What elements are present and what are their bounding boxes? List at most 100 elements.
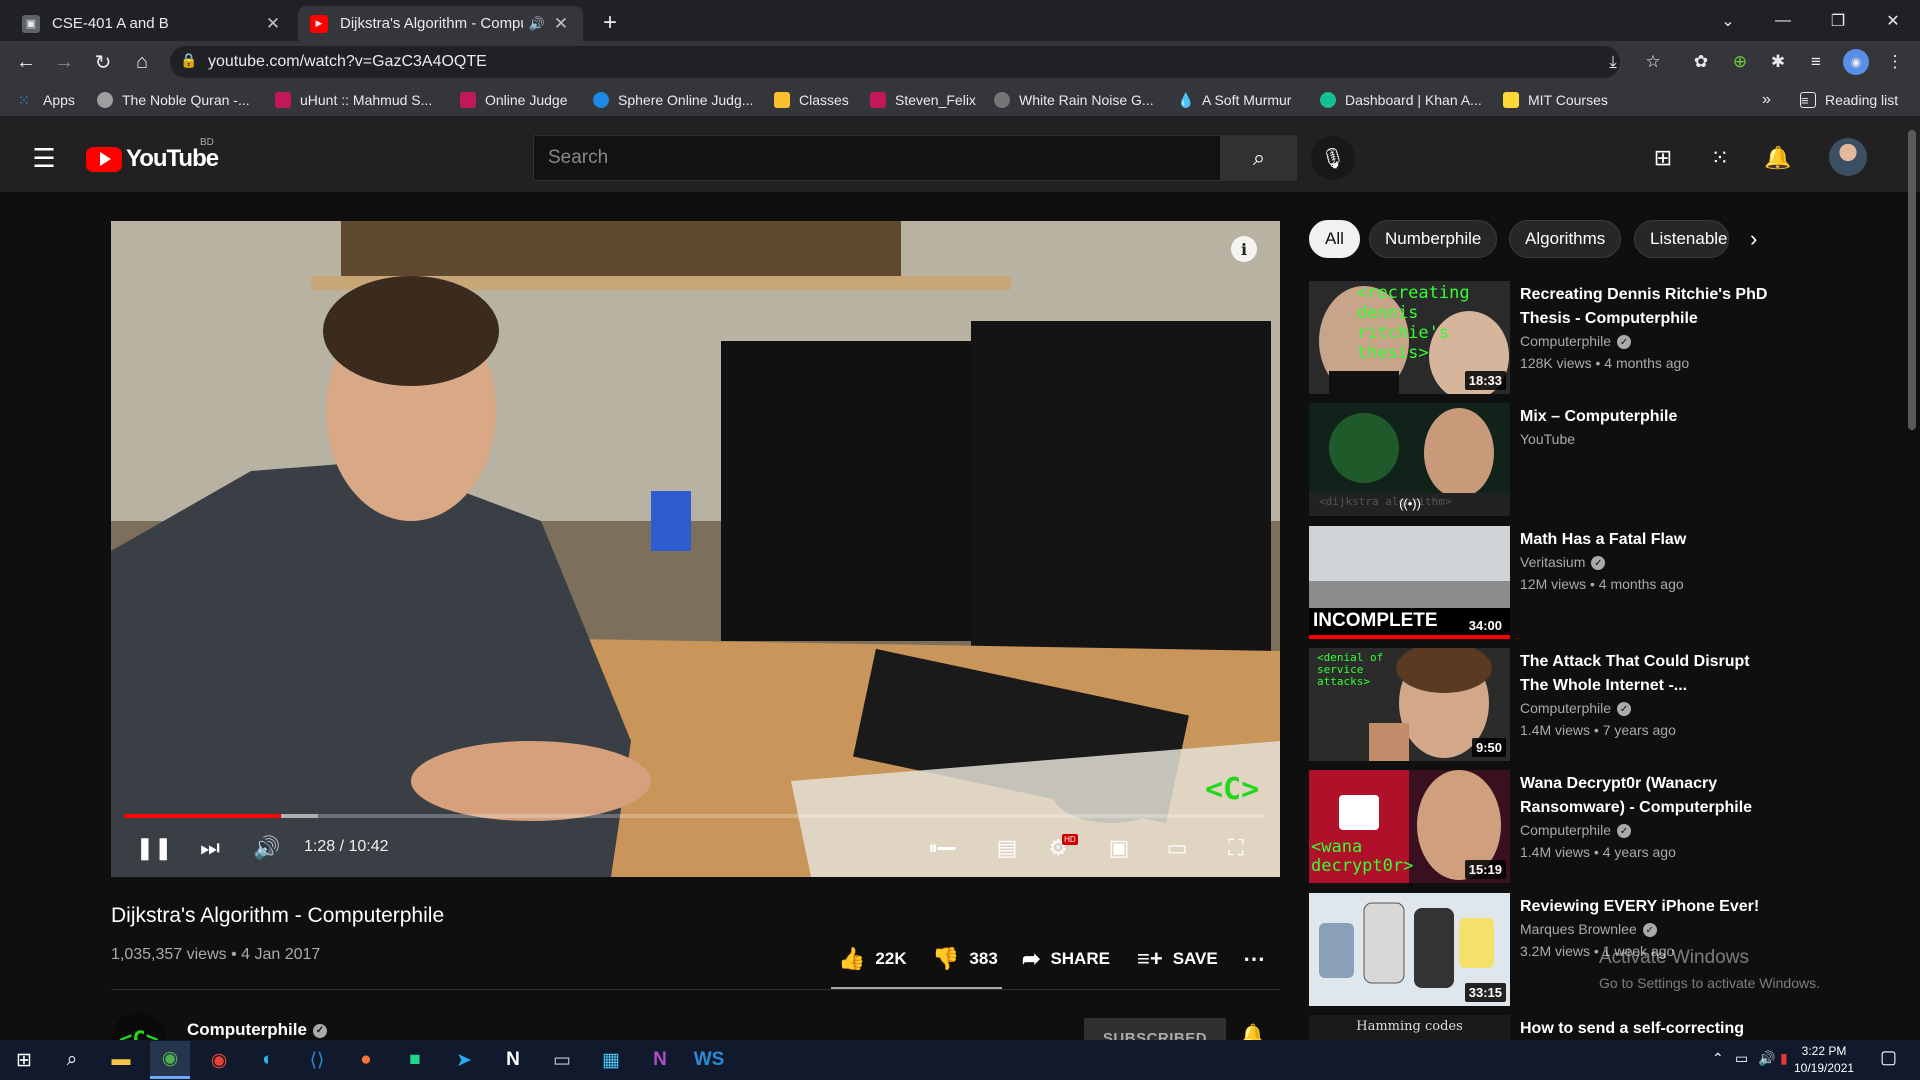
windows-start-icon[interactable]: ⊞ <box>4 1041 44 1079</box>
bookmark-apps[interactable]: ⁙ Apps <box>18 83 75 117</box>
minimize-button[interactable]: — <box>1755 0 1811 41</box>
url-text[interactable]: youtube.com/watch?v=GazC3A4OQTE <box>208 53 487 71</box>
video-thumbnail[interactable]: <denial of service attacks> 9:50 <box>1309 648 1510 761</box>
edge-icon[interactable]: ◐ <box>248 1041 288 1079</box>
bookmark-star-icon[interactable]: ☆ <box>1640 49 1666 75</box>
recommendation-title[interactable]: Wana Decrypt0r (Wanacry Ransomware) - Co… <box>1520 772 1770 820</box>
video-thumbnail[interactable]: <wana decrypt0r> 15:19 <box>1309 770 1510 883</box>
tray-overflow-icon[interactable]: ⌃ <box>1712 1050 1724 1067</box>
create-video-icon[interactable]: ⊞ <box>1645 140 1681 176</box>
account-avatar[interactable] <box>1829 138 1867 176</box>
forward-arrow-icon[interactable]: → <box>49 47 79 77</box>
tab-search-icon[interactable]: ⌄ <box>1700 0 1756 41</box>
recommendation-channel[interactable]: Computerphile ✓ <box>1520 700 1632 717</box>
progress-bar[interactable] <box>124 814 1265 818</box>
miniplayer-icon[interactable]: ▣ <box>1097 826 1141 870</box>
browser-tab-dijkstra[interactable]: ▶ Dijkstra's Algorithm - Computerphile 🔊… <box>298 6 583 41</box>
subtitles-icon[interactable]: ▤ <box>985 826 1029 870</box>
file-explorer-icon[interactable]: ▬ <box>101 1041 141 1079</box>
volume-icon[interactable]: 🔊 <box>245 826 289 870</box>
recommendation-item[interactable]: INCOMPLETE 34:00 Math Has a Fatal Flaw V… <box>1309 526 1869 641</box>
back-arrow-icon[interactable]: ← <box>11 47 41 77</box>
notification-center-icon[interactable]: ▢ <box>1880 1047 1897 1068</box>
search-icon[interactable]: ⌕ <box>52 1041 92 1079</box>
channel-name[interactable]: Computerphile ✓ <box>187 1020 327 1040</box>
video-thumbnail[interactable]: 33:15 <box>1309 893 1510 1006</box>
bookmark-white-rain[interactable]: White Rain Noise G... <box>994 83 1154 117</box>
calculator-icon[interactable]: ▦ <box>591 1041 631 1079</box>
lock-icon[interactable]: 🔒 <box>180 52 197 69</box>
search-box[interactable] <box>533 135 1221 181</box>
webstorm-icon[interactable]: WS <box>689 1041 729 1079</box>
like-button[interactable]: 👍 22K <box>838 944 907 974</box>
browser-tab-cse401[interactable]: ▣ CSE-401 A and B ✕ <box>10 6 295 41</box>
bookmark-steven-felix[interactable]: Steven_Felix <box>870 83 976 117</box>
page-scrollbar[interactable] <box>1908 130 1916 430</box>
search-button[interactable]: ⌕ <box>1221 135 1297 181</box>
settings-gear-icon[interactable]: ⚙ HD <box>1041 826 1085 870</box>
recommendation-title[interactable]: How to send a self-correcting <box>1520 1017 1770 1041</box>
bookmark-classes[interactable]: Classes <box>774 83 849 117</box>
bookmark-khan-academy[interactable]: Dashboard | Khan A... <box>1320 83 1482 117</box>
menu-kebab-icon[interactable]: ⋮ <box>1882 49 1908 75</box>
recommendation-title[interactable]: The Attack That Could Disrupt The Whole … <box>1520 650 1770 698</box>
recommendation-item[interactable]: <denial of service attacks> 9:50 The Att… <box>1309 648 1869 763</box>
youtube-logo[interactable]: YouTube <box>86 145 219 173</box>
pause-icon[interactable]: ❚❚ <box>132 826 176 870</box>
chip-algorithms[interactable]: Algorithms <box>1509 220 1622 258</box>
save-button[interactable]: ≡+ SAVE <box>1137 944 1218 974</box>
bookmark-uhunt[interactable]: uHunt :: Mahmud S... <box>275 83 432 117</box>
chrome-profile-icon[interactable]: ◉ <box>199 1041 239 1079</box>
next-video-icon[interactable]: ⏭ <box>188 826 232 870</box>
pycharm-icon[interactable]: ■ <box>395 1041 435 1079</box>
recommendation-title[interactable]: Recreating Dennis Ritchie's PhD Thesis -… <box>1520 283 1770 331</box>
extension-green-icon[interactable]: ⊕ <box>1727 49 1753 75</box>
notion-icon[interactable]: N <box>493 1041 533 1079</box>
extension-icon[interactable]: ✿ <box>1688 49 1714 75</box>
notifications-bell-icon[interactable]: 🔔 <box>1760 140 1796 176</box>
volume-tray-icon[interactable]: 🔊 <box>1758 1050 1775 1067</box>
onenote-icon[interactable]: N <box>640 1041 680 1079</box>
recommendation-title[interactable]: Math Has a Fatal Flaw <box>1520 528 1770 552</box>
apps-grid-icon[interactable]: ⁙ <box>1702 140 1738 176</box>
video-thumbnail[interactable]: <dijkstra algorithm> ((•)) <box>1309 403 1510 516</box>
theater-mode-icon[interactable]: ▭ <box>1155 826 1199 870</box>
chip-all[interactable]: All <box>1309 220 1360 258</box>
video-thumbnail[interactable]: <recreating dennis ritchie's thesis> 18:… <box>1309 281 1510 394</box>
app-icon[interactable]: ▭ <box>542 1041 582 1079</box>
close-tab-icon[interactable]: ✕ <box>263 14 283 34</box>
extensions-puzzle-icon[interactable]: ✱ <box>1765 49 1791 75</box>
audio-playing-icon[interactable]: 🔊 <box>529 16 545 32</box>
dislike-button[interactable]: 👎 383 <box>932 944 998 974</box>
recommendation-channel[interactable]: Marques Brownlee ✓ <box>1520 921 1657 938</box>
bookmark-online-judge[interactable]: Online Judge <box>460 83 568 117</box>
search-input[interactable] <box>534 136 1220 180</box>
video-player[interactable] <box>111 221 1280 877</box>
recommendation-item[interactable]: <recreating dennis ritchie's thesis> 18:… <box>1309 281 1869 396</box>
recommendation-channel[interactable]: Computerphile ✓ <box>1520 822 1632 839</box>
more-actions-icon[interactable]: ⋯ <box>1243 944 1265 974</box>
autoplay-toggle-icon[interactable]: ⏸━ <box>920 826 964 870</box>
recommendation-channel[interactable]: YouTube <box>1520 431 1575 447</box>
chip-numberphile[interactable]: Numberphile <box>1369 220 1498 258</box>
chevron-right-icon[interactable]: › <box>1750 226 1757 252</box>
close-tab-icon[interactable]: ✕ <box>551 14 571 34</box>
close-window-button[interactable]: ✕ <box>1865 0 1920 41</box>
recommendation-title[interactable]: Mix – Computerphile <box>1520 405 1770 429</box>
restore-button[interactable]: ❐ <box>1810 0 1866 41</box>
media-control-icon[interactable]: ≡ <box>1803 49 1829 75</box>
recommendation-channel[interactable]: Computerphile ✓ <box>1520 333 1632 350</box>
home-icon[interactable]: ⌂ <box>127 47 157 77</box>
recommendation-item[interactable]: <dijkstra algorithm> ((•)) Mix – Compute… <box>1309 403 1869 518</box>
tray-app-icon[interactable]: ▮ <box>1780 1050 1788 1067</box>
channel-watermark[interactable]: <C> <box>1205 772 1259 807</box>
chip-listenable[interactable]: Listenable <box>1634 220 1729 258</box>
bookmark-soft-murmur[interactable]: 💧 A Soft Murmur <box>1177 83 1291 117</box>
recommendation-channel[interactable]: Veritasium ✓ <box>1520 554 1606 571</box>
bookmark-spoj[interactable]: Sphere Online Judg... <box>593 83 753 117</box>
chrome-icon[interactable]: ◉ <box>150 1041 190 1079</box>
firefox-icon[interactable]: ● <box>346 1041 386 1079</box>
recommendation-item[interactable]: <wana decrypt0r> 15:19 Wana Decrypt0r (W… <box>1309 770 1869 885</box>
fullscreen-icon[interactable]: ⛶ <box>1214 826 1258 870</box>
telegram-icon[interactable]: ➤ <box>444 1041 484 1079</box>
